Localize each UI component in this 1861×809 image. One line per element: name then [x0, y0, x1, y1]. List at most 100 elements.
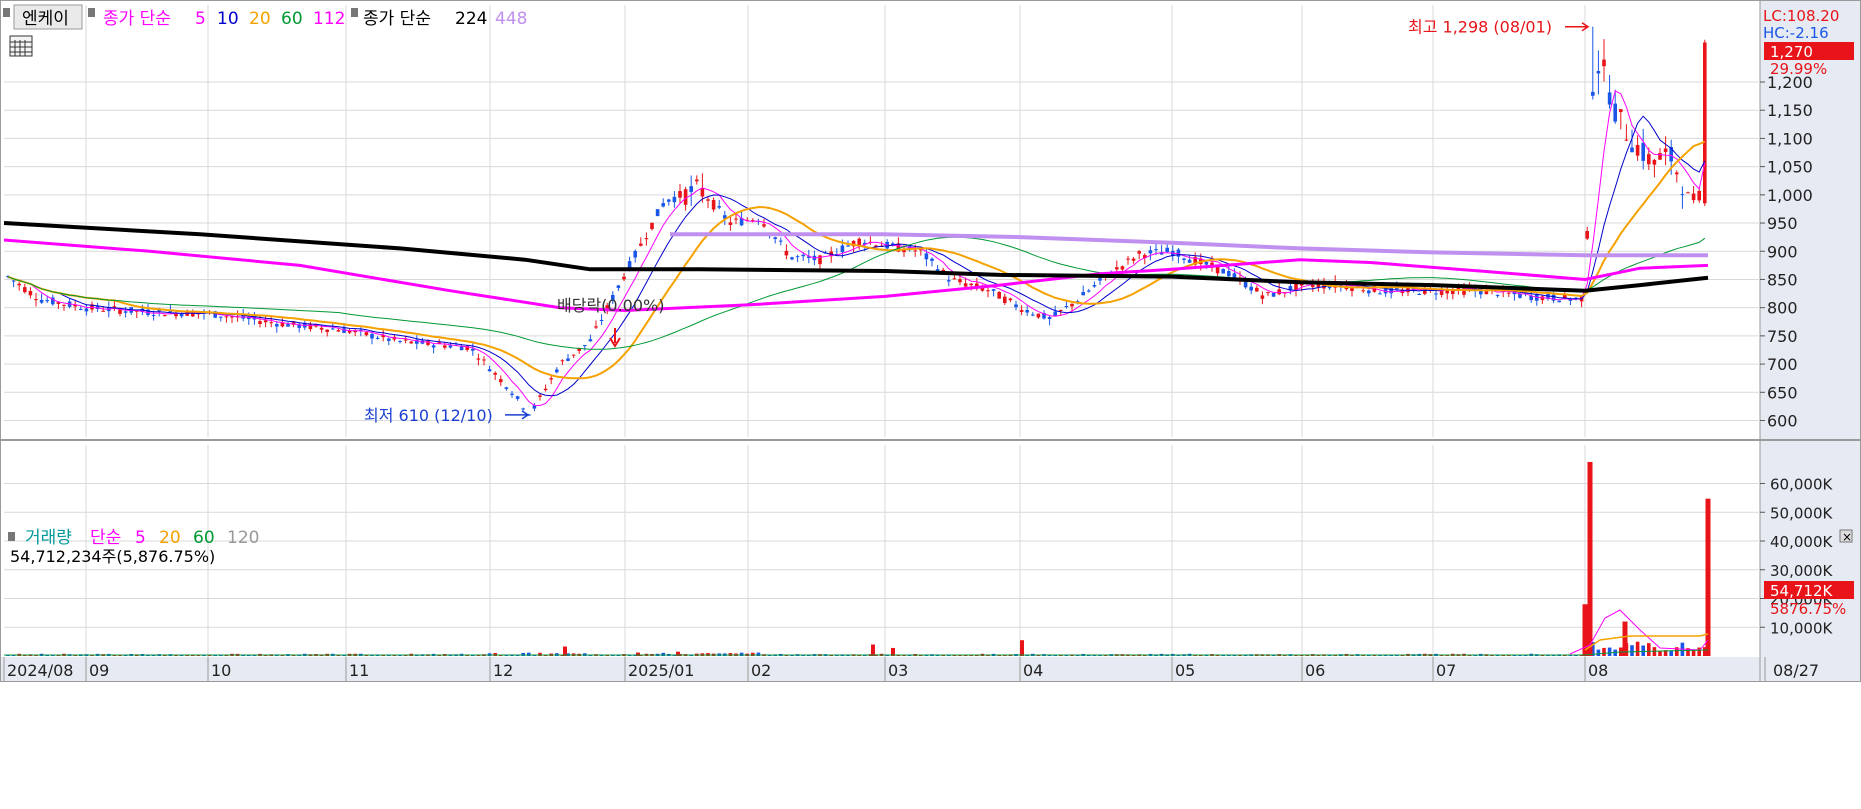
price-tick-label: 950: [1767, 214, 1798, 233]
stock-name: 엔케이: [22, 9, 69, 29]
candle-body: [1266, 292, 1270, 294]
volume-badge: 54,712K: [1770, 582, 1833, 600]
volume-bar: [1020, 640, 1024, 656]
candle-body: [325, 329, 329, 332]
candle-body: [443, 345, 447, 348]
legend-ma-60: 60: [281, 9, 303, 29]
candle-body: [1053, 311, 1057, 316]
candle-body: [1602, 59, 1606, 67]
candle-body: [275, 324, 279, 327]
candle-body: [616, 285, 621, 288]
candle-body: [45, 300, 49, 302]
volume-bar: [1607, 647, 1612, 656]
x-tick-label: 12: [493, 661, 513, 680]
candle-body: [269, 322, 273, 324]
candle-body: [801, 254, 805, 257]
candle-body: [1658, 153, 1662, 160]
candle-body: [1036, 313, 1041, 318]
candle-body: [622, 276, 626, 280]
bottom-area: [0, 681, 1861, 809]
x-tick-label: 09: [89, 661, 109, 680]
candle-body: [655, 209, 660, 217]
legend-ma-10: 10: [217, 9, 239, 29]
candle-body: [28, 290, 33, 296]
candle-body: [364, 332, 369, 336]
candle-body: [947, 280, 951, 282]
candle-body: [1652, 160, 1657, 165]
x-tick-label: 07: [1436, 661, 1456, 680]
candle-body: [1641, 142, 1645, 161]
volume-bar: [871, 644, 875, 656]
volume-tick-label: 60,000K: [1770, 476, 1833, 494]
legend-marker: [3, 8, 10, 17]
candle-body: [913, 250, 917, 252]
candle-body: [958, 279, 962, 283]
candle-body: [571, 354, 576, 356]
volume-bar: [751, 652, 755, 656]
candle-body: [566, 358, 570, 361]
candle-body: [1148, 250, 1153, 254]
lc-label: LC:108.20: [1763, 7, 1839, 25]
dividend-annotation: 배당락(0.00%): [557, 296, 664, 315]
candle-body: [689, 186, 693, 192]
table-icon[interactable]: [9, 35, 33, 57]
candle-body: [1008, 298, 1013, 301]
volume-bar: [739, 652, 744, 656]
table-icon-frame[interactable]: [9, 35, 33, 57]
volume-bar: [493, 652, 497, 656]
candle-body: [1361, 290, 1365, 292]
candle-body: [448, 345, 453, 348]
candle-body: [179, 313, 184, 317]
candle-body: [672, 196, 677, 203]
volume-bar: [1647, 643, 1651, 656]
candle-body: [700, 187, 705, 197]
candle-body: [336, 330, 341, 332]
candle-body: [258, 321, 262, 324]
price-tick-label: 1,150: [1767, 101, 1813, 120]
candle-body: [1686, 192, 1690, 194]
candle-body: [398, 341, 402, 343]
candle-body: [499, 379, 503, 383]
candle-body: [560, 360, 565, 362]
candle: [1703, 39, 1707, 207]
volume-bar: [527, 652, 531, 656]
candle-body: [952, 278, 957, 280]
candle-body: [1014, 304, 1018, 308]
legend-ma-20: 20: [249, 9, 271, 29]
candle-body: [1003, 296, 1007, 304]
volume-legend-ma-120: 120: [227, 528, 259, 548]
volume-tick-label: 10,000K: [1770, 619, 1833, 637]
volume-spike: [1587, 461, 1593, 656]
candle-body: [969, 283, 973, 286]
candle-body: [476, 358, 481, 360]
candle-body: [521, 408, 525, 410]
price-tick-label: 700: [1767, 355, 1798, 374]
candle-body: [762, 224, 766, 227]
candle-body: [151, 315, 156, 317]
candle-body: [493, 372, 497, 375]
candle-body: [375, 337, 380, 339]
candle-body: [1204, 261, 1209, 265]
candle-body: [1495, 295, 1500, 297]
legend-price-prefix2: 종가 단순: [363, 9, 431, 29]
price-tick-label: 1,100: [1767, 129, 1813, 148]
candle-body: [331, 328, 335, 330]
candle-body: [510, 393, 514, 395]
candle-body: [403, 339, 408, 341]
candle-body: [409, 341, 413, 344]
candle-body: [471, 348, 475, 351]
candle-body: [1630, 147, 1634, 153]
candle-body: [101, 310, 105, 312]
candle-body: [543, 388, 548, 391]
candle-body: [924, 253, 929, 260]
volume-tick-label: 40,000K: [1770, 533, 1833, 551]
candle-body: [711, 200, 716, 210]
price-tick-label: 650: [1767, 383, 1798, 402]
x-tick-label: 05: [1175, 661, 1195, 680]
price-tick-label: 800: [1767, 299, 1798, 318]
candle-body: [773, 237, 777, 240]
candle-body: [678, 191, 682, 198]
candle-body: [17, 283, 21, 286]
candle-body: [1047, 317, 1052, 319]
candle-body: [1518, 294, 1522, 298]
